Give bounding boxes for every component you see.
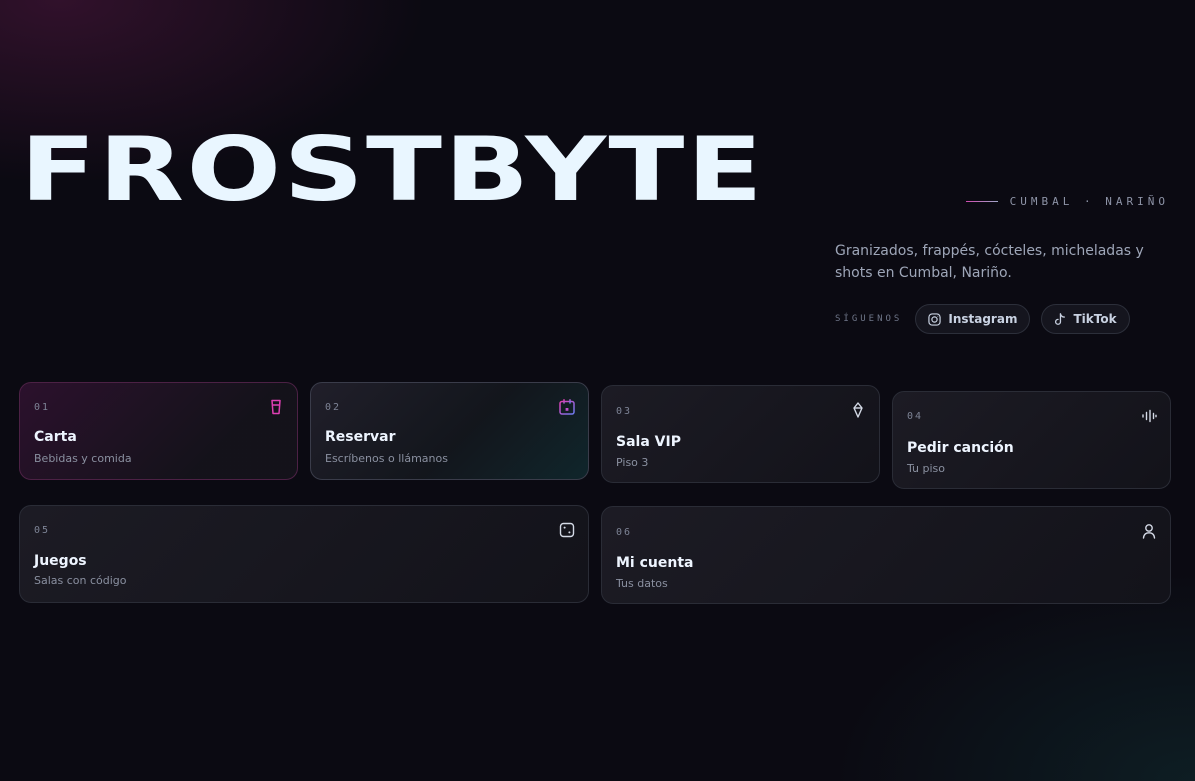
instagram-label: Instagram	[948, 312, 1018, 326]
card-subtitle: Salas con código	[34, 574, 127, 587]
tagline: Granizados, frappés, cócteles, michelada…	[835, 243, 1144, 281]
location-tag: CUMBAL · NARIÑO	[965, 195, 1169, 208]
card-subtitle: Piso 3	[616, 456, 649, 469]
card-subtitle: Tus datos	[616, 577, 668, 590]
card-title: Reservar	[325, 429, 396, 445]
card-subtitle: Tu piso	[907, 462, 946, 475]
user-icon	[1140, 522, 1158, 540]
card-number: 06	[616, 527, 633, 538]
card-reservar[interactable]: 02 Reservar Escríbenos o llámanos	[310, 382, 589, 480]
card-title: Pedir canción	[907, 440, 1014, 456]
card-juegos[interactable]: 05 Juegos Salas con código	[19, 505, 589, 603]
tiktok-label: TikTok	[1073, 312, 1117, 326]
follow-label: SÍGUENOS	[835, 314, 903, 324]
card-number: 02	[325, 402, 342, 413]
card-title: Mi cuenta	[616, 555, 694, 571]
card-number: 05	[34, 525, 51, 536]
card-sala-vip[interactable]: 03 Sala VIP Piso 3	[601, 385, 880, 483]
card-number: 03	[616, 406, 633, 417]
tiktok-icon	[1054, 312, 1066, 326]
card-mi-cuenta[interactable]: 06 Mi cuenta Tus datos	[601, 506, 1171, 604]
card-number: 04	[907, 411, 924, 422]
card-title: Juegos	[34, 553, 87, 569]
instagram-icon	[928, 312, 942, 326]
card-number: 01	[34, 402, 51, 413]
dice-icon	[558, 521, 576, 539]
card-subtitle: Bebidas y comida	[34, 452, 132, 465]
card-subtitle: Escríbenos o llámanos	[325, 452, 448, 465]
social-links: SÍGUENOS Instagram TikTok	[835, 304, 1130, 334]
card-carta[interactable]: 01 Carta Bebidas y comida	[19, 382, 298, 480]
drink-cup-icon	[267, 398, 285, 416]
location-label: CUMBAL · NARIÑO	[1009, 195, 1169, 208]
card-pedir-cancion[interactable]: 04 Pedir canción Tu piso	[892, 391, 1171, 489]
location-divider	[965, 201, 998, 202]
tiktok-button[interactable]: TikTok	[1041, 304, 1130, 334]
diamond-icon	[849, 401, 867, 419]
audio-wave-icon	[1140, 407, 1158, 425]
instagram-button[interactable]: Instagram	[915, 304, 1031, 334]
brand-title: FROSTBYTE	[20, 118, 765, 222]
calendar-icon	[558, 398, 576, 416]
card-title: Sala VIP	[616, 434, 681, 450]
card-title: Carta	[34, 429, 77, 445]
